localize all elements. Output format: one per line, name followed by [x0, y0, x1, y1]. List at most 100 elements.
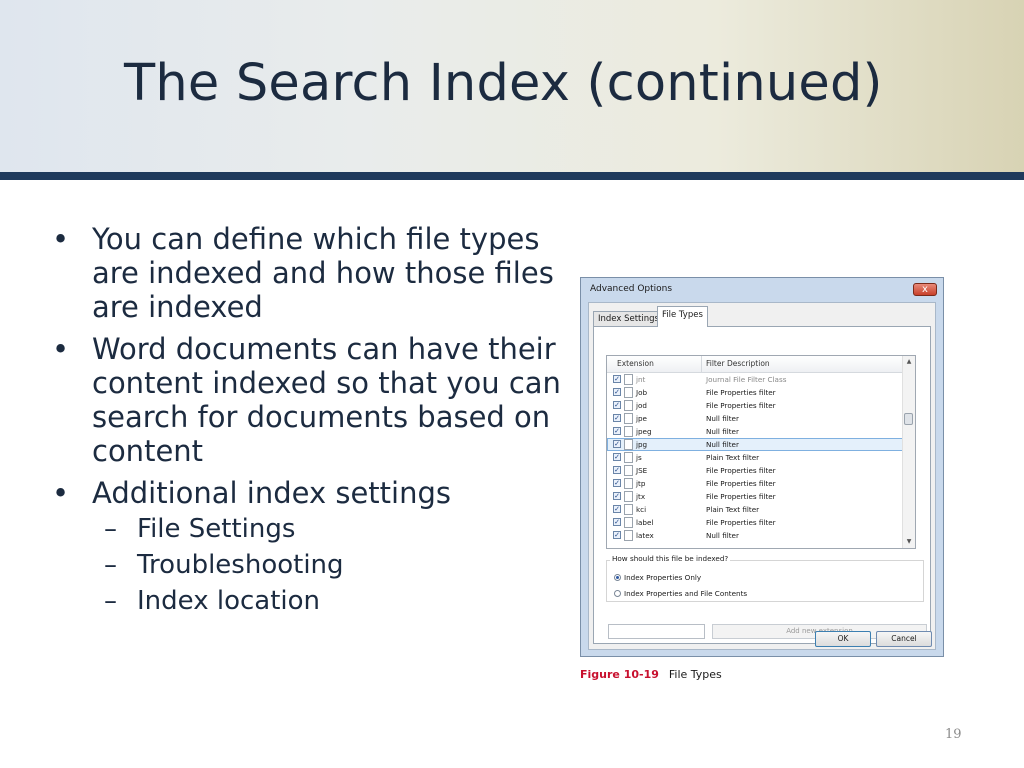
extension-cell: Job [636, 388, 648, 397]
filter-cell: Plain Text filter [706, 453, 760, 462]
scroll-up-icon[interactable]: ▲ [903, 356, 915, 368]
file-icon [624, 452, 633, 463]
file-icon [624, 413, 633, 424]
list-item[interactable]: ✓ JSE File Properties filter [607, 464, 904, 477]
filter-cell: File Properties filter [706, 518, 776, 527]
radio-unselected-icon [614, 590, 621, 597]
figure-caption: Figure 10-19 File Types [580, 668, 722, 681]
checkbox[interactable]: ✓ [613, 427, 621, 435]
list-item[interactable]: ✓ jnt Journal File Filter Class [607, 373, 904, 386]
checkbox[interactable]: ✓ [613, 531, 621, 539]
checkbox[interactable]: ✓ [613, 375, 621, 383]
radio-label: Index Properties and File Contents [624, 589, 748, 598]
vertical-scrollbar[interactable]: ▲ ▼ [902, 356, 915, 548]
file-icon [624, 439, 633, 450]
list-item[interactable]: ✓ jtp File Properties filter [607, 477, 904, 490]
close-button[interactable]: x [913, 283, 937, 296]
checkbox[interactable]: ✓ [613, 440, 621, 448]
checkbox[interactable]: ✓ [613, 414, 621, 422]
extension-cell: JSE [636, 466, 648, 475]
sub-bullet-text: Index location [137, 586, 321, 616]
list-item[interactable]: ✓ jpeg Null filter [607, 425, 904, 438]
sub-bullet-item: – Troubleshooting [52, 548, 562, 582]
list-item[interactable]: ✓ jod File Properties filter [607, 399, 904, 412]
file-icon [624, 530, 633, 541]
bullet-item: • Word documents can have their content … [52, 332, 562, 468]
radio-index-properties-and-contents[interactable]: Index Properties and File Contents [614, 589, 747, 598]
checkbox[interactable]: ✓ [613, 388, 621, 396]
sub-bullet-dash: – [104, 550, 117, 580]
scroll-thumb[interactable] [904, 413, 913, 425]
checkbox[interactable]: ✓ [613, 492, 621, 500]
file-icon [624, 491, 633, 502]
advanced-options-dialog: Advanced Options x Index Settings File T… [580, 277, 944, 657]
checkbox[interactable]: ✓ [613, 518, 621, 526]
column-header-extension[interactable]: Extension [617, 359, 654, 368]
cancel-button[interactable]: Cancel [876, 631, 932, 647]
list-rows: ✓ jnt Journal File Filter Class ✓ Job File Pr… [607, 373, 904, 542]
sub-bullet-dash: – [104, 514, 117, 544]
index-method-label: How should this file be indexed? [610, 554, 731, 563]
filter-cell: Plain Text filter [706, 505, 760, 514]
file-icon [624, 400, 633, 411]
sub-bullet-text: File Settings [137, 514, 296, 544]
list-item[interactable]: ✓ latex Null filter [607, 529, 904, 542]
radio-label: Index Properties Only [624, 573, 702, 582]
close-icon: x [922, 284, 928, 295]
header-divider [0, 172, 1024, 180]
file-icon [624, 504, 633, 515]
sub-bullet-text: Troubleshooting [137, 550, 344, 580]
extension-cell: latex [636, 531, 654, 540]
bullet-dot: • [52, 222, 70, 256]
extension-cell: jpg [636, 440, 648, 449]
list-item[interactable]: ✓ label File Properties filter [607, 516, 904, 529]
bullet-text: Additional index settings [92, 476, 452, 510]
column-separator [701, 356, 702, 372]
filter-cell: Null filter [706, 440, 739, 449]
ok-button[interactable]: OK [815, 631, 871, 647]
filter-cell: File Properties filter [706, 388, 776, 397]
file-icon [624, 387, 633, 398]
list-item[interactable]: ✓ jpe Null filter [607, 412, 904, 425]
checkbox[interactable]: ✓ [613, 453, 621, 461]
list-item[interactable]: ✓ jpg Null filter [607, 438, 904, 451]
extension-cell: jtx [636, 492, 646, 501]
filter-cell: File Properties filter [706, 479, 776, 488]
checkbox[interactable]: ✓ [613, 505, 621, 513]
list-item[interactable]: ✓ jtx File Properties filter [607, 490, 904, 503]
file-icon [624, 517, 633, 528]
file-icon [624, 426, 633, 437]
list-item[interactable]: ✓ Job File Properties filter [607, 386, 904, 399]
filter-cell: File Properties filter [706, 492, 776, 501]
figure-number: Figure 10-19 [580, 668, 659, 681]
extension-cell: jpe [636, 414, 647, 423]
slide-title: The Search Index (continued) [124, 54, 883, 113]
extension-input[interactable] [608, 624, 705, 639]
file-type-list[interactable]: Extension Filter Description ✓ jnt Journal… [606, 355, 916, 549]
filter-cell: Null filter [706, 414, 739, 423]
file-icon [624, 465, 633, 476]
file-types-panel: Extension Filter Description ✓ jnt Journal… [593, 326, 931, 644]
file-icon [624, 374, 633, 385]
tab-file-types[interactable]: File Types [657, 306, 708, 327]
sub-bullet-item: – File Settings [52, 512, 562, 546]
radio-index-properties-only[interactable]: Index Properties Only [614, 573, 701, 582]
extension-cell: jpeg [636, 427, 652, 436]
checkbox[interactable]: ✓ [613, 466, 621, 474]
tab-index-settings[interactable]: Index Settings [593, 311, 664, 327]
extension-cell: kci [636, 505, 647, 514]
page-number: 19 [945, 727, 962, 742]
extension-cell: jtp [636, 479, 646, 488]
list-item[interactable]: ✓ kci Plain Text filter [607, 503, 904, 516]
radio-selected-icon [614, 574, 621, 581]
scroll-down-icon[interactable]: ▼ [903, 536, 915, 548]
sub-bullet-item: – Index location [52, 584, 562, 618]
checkbox[interactable]: ✓ [613, 401, 621, 409]
checkbox[interactable]: ✓ [613, 479, 621, 487]
figure-caption-text: File Types [668, 668, 722, 681]
list-item[interactable]: ✓ js Plain Text filter [607, 451, 904, 464]
extension-cell: label [636, 518, 654, 527]
filter-cell: File Properties filter [706, 466, 776, 475]
column-header-filter-description[interactable]: Filter Description [706, 359, 770, 368]
filter-cell: File Properties filter [706, 401, 776, 410]
